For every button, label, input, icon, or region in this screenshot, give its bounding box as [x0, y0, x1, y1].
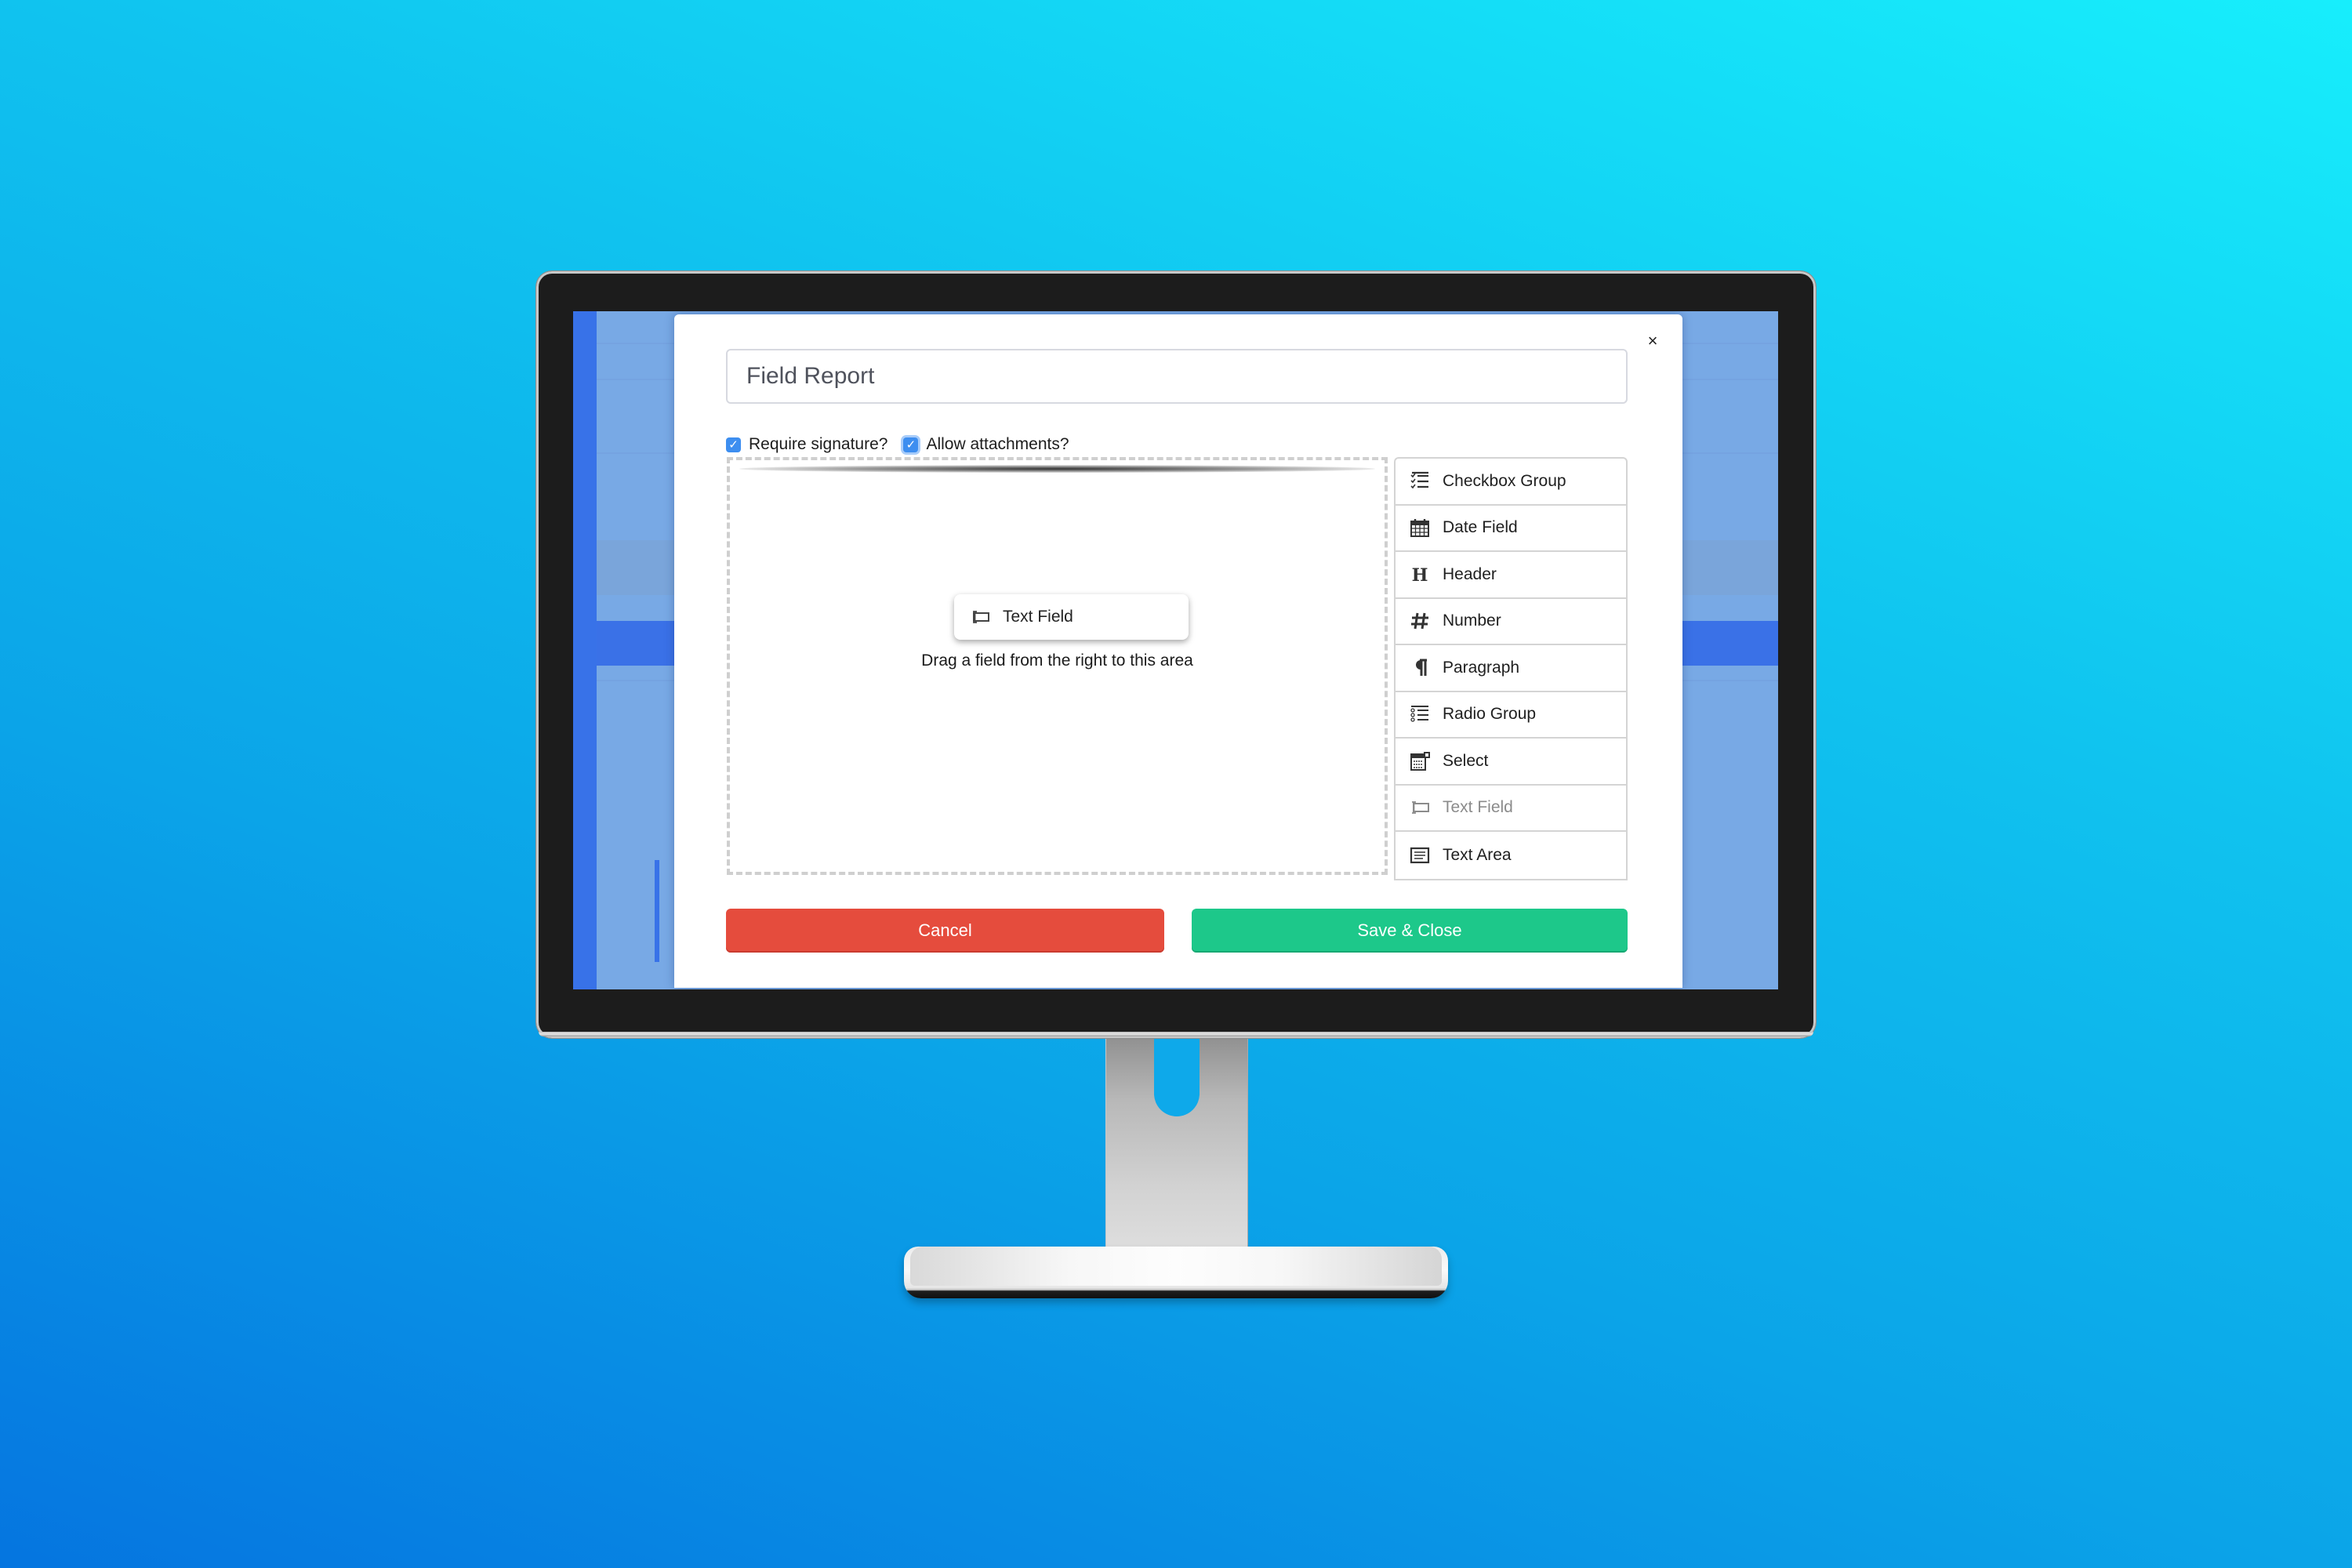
field-type-checkbox-group[interactable]: Checkbox Group — [1396, 459, 1626, 506]
text-field-icon — [970, 607, 990, 627]
field-type-label: Text Field — [1443, 798, 1513, 817]
field-type-label: Paragraph — [1443, 658, 1520, 677]
monitor-stand-base — [904, 1247, 1448, 1298]
hash-icon — [1410, 611, 1430, 631]
calendar-icon — [1410, 517, 1430, 538]
field-type-date-field[interactable]: Date Field — [1396, 506, 1626, 552]
allow-attachments-option[interactable]: ✓ Allow attachments? — [903, 435, 1069, 454]
checkbox-group-icon — [1410, 471, 1430, 492]
paragraph-icon — [1410, 658, 1430, 678]
field-type-label: Header — [1443, 564, 1497, 583]
cancel-button[interactable]: Cancel — [726, 909, 1164, 953]
field-type-text-field[interactable]: Text Field — [1396, 786, 1626, 832]
monitor-bezel-edge — [539, 1032, 1813, 1036]
save-and-close-button[interactable]: Save & Close — [1192, 909, 1628, 953]
field-type-radio-group[interactable]: Radio Group — [1396, 692, 1626, 739]
close-button[interactable]: × — [1643, 332, 1662, 350]
text-field-icon — [1410, 797, 1430, 818]
form-title-input[interactable] — [726, 349, 1628, 404]
field-type-select[interactable]: Select — [1396, 739, 1626, 786]
field-type-label: Checkbox Group — [1443, 471, 1566, 490]
text-area-icon — [1410, 845, 1430, 866]
dragging-field-label: Text Field — [1003, 608, 1073, 626]
field-type-label: Select — [1443, 751, 1489, 770]
require-signature-option[interactable]: ✓ Require signature? — [726, 435, 887, 454]
field-type-label: Text Area — [1443, 845, 1512, 864]
drop-indicator — [739, 465, 1375, 473]
drop-area-hint: Drag a field from the right to this area — [921, 652, 1193, 670]
field-type-label: Date Field — [1443, 518, 1518, 537]
form-builder-modal: × ✓ Require signature? ✓ Allow attachmen… — [674, 314, 1682, 988]
require-signature-checkbox[interactable]: ✓ — [726, 437, 741, 452]
svg-text:H: H — [1412, 565, 1428, 585]
monitor-stand-cable-slot — [1154, 1035, 1200, 1116]
monitor-screen: × ✓ Require signature? ✓ Allow attachmen… — [573, 311, 1778, 989]
allow-attachments-checkbox[interactable]: ✓ — [903, 437, 919, 452]
field-type-list: Checkbox Group Date Field H Header Numbe… — [1394, 457, 1628, 880]
radio-group-icon — [1410, 704, 1430, 724]
field-type-text-area[interactable]: Text Area — [1396, 832, 1626, 879]
form-options: ✓ Require signature? ✓ Allow attachments… — [726, 433, 1069, 456]
select-icon — [1410, 751, 1430, 771]
header-icon: H — [1410, 564, 1430, 585]
field-drop-area[interactable]: Text Field Drag a field from the right t… — [727, 457, 1388, 875]
require-signature-label: Require signature? — [749, 435, 888, 453]
field-type-header[interactable]: H Header — [1396, 552, 1626, 599]
allow-attachments-label: Allow attachments? — [926, 435, 1069, 453]
field-type-paragraph[interactable]: Paragraph — [1396, 645, 1626, 692]
dragging-field-card[interactable]: Text Field — [954, 594, 1189, 640]
field-type-label: Radio Group — [1443, 705, 1537, 724]
field-type-label: Number — [1443, 612, 1501, 630]
field-type-number[interactable]: Number — [1396, 599, 1626, 645]
